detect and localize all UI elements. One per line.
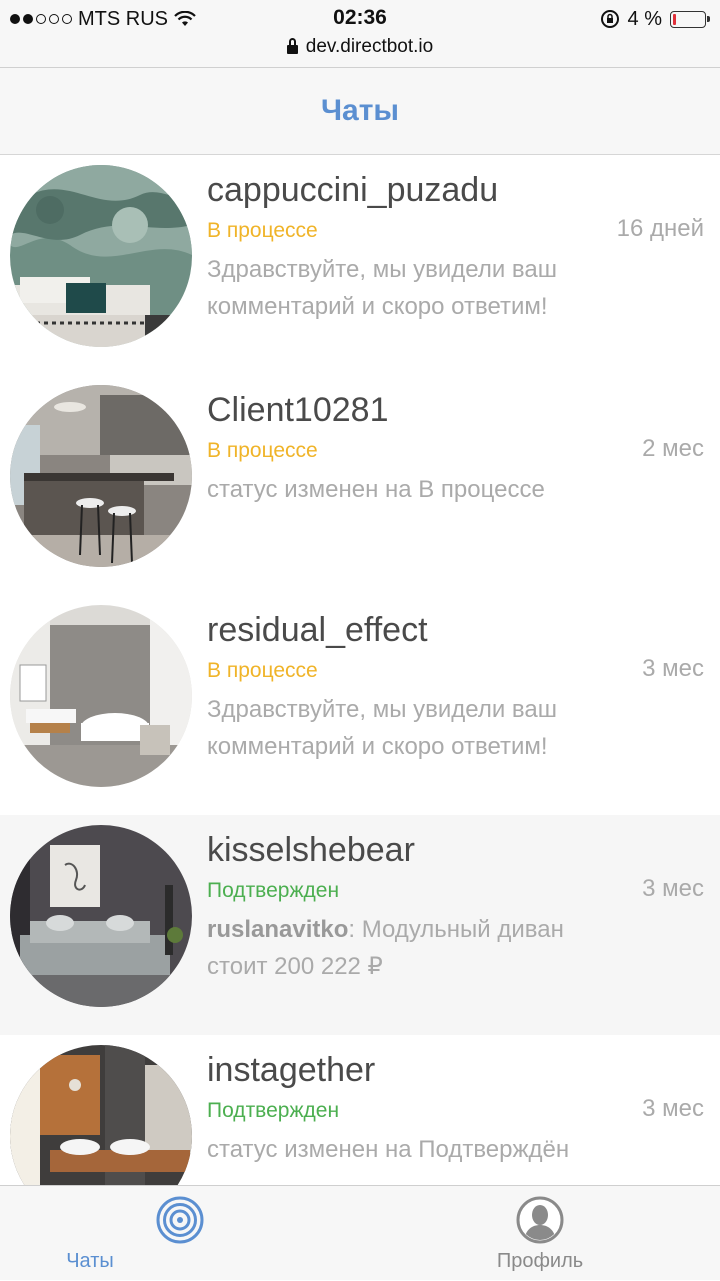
avatar xyxy=(10,825,192,1007)
lock-icon xyxy=(286,37,298,54)
tab-profile[interactable]: Профиль xyxy=(360,1186,720,1281)
chat-item[interactable]: instagether Подтвержден 3 мес статус изм… xyxy=(0,1035,720,1185)
battery-percent: 4 % xyxy=(627,7,662,30)
avatar xyxy=(10,1045,192,1185)
avatar xyxy=(10,165,192,347)
chat-status: Подтвержден xyxy=(207,1099,340,1122)
profile-icon xyxy=(516,1196,564,1244)
url-text: dev.directbot.io xyxy=(305,36,434,57)
url-bar[interactable]: dev.directbot.io xyxy=(0,36,720,58)
chat-status: Подтвержден xyxy=(207,879,340,902)
chat-item[interactable]: kisselshebear Подтвержден 3 мес ruslanav… xyxy=(0,815,720,1035)
tab-chats[interactable]: Чаты xyxy=(0,1186,360,1281)
chat-preview: ruslanavitko: Модульный диван стоит 200 … xyxy=(207,911,607,985)
chat-item[interactable]: cappuccini_puzadu В процессе 16 дней Здр… xyxy=(0,155,720,375)
avatar xyxy=(10,385,192,567)
chat-item[interactable]: residual_effect В процессе 3 мес Здравст… xyxy=(0,595,720,815)
chat-preview: Здравствуйте, мы увидели ваш комментарий… xyxy=(207,696,557,760)
tab-profile-label: Профиль xyxy=(496,1250,584,1272)
nav-bar: Чаты xyxy=(0,68,720,155)
tab-chats-label: Чаты xyxy=(66,1250,114,1272)
chat-name: kisselshebear xyxy=(207,831,415,869)
chat-preview: статус изменен на В процессе xyxy=(207,476,545,503)
chat-time: 2 мес xyxy=(642,435,704,462)
chat-status: В процессе xyxy=(207,659,318,682)
chat-preview: Здравствуйте, мы увидели ваш комментарий… xyxy=(207,256,557,320)
tab-bar: Чаты Профиль xyxy=(0,1185,720,1280)
chat-name: Client10281 xyxy=(207,391,389,429)
orientation-lock-icon xyxy=(600,10,619,28)
battery-info: 4 % xyxy=(600,7,710,30)
chat-time: 3 мес xyxy=(642,1095,704,1122)
chat-status: В процессе xyxy=(207,219,318,242)
chat-status: В процессе xyxy=(207,439,318,462)
status-bar: MTS RUS 02:36 4 % dev.directbot.io xyxy=(0,0,720,68)
chat-name: cappuccini_puzadu xyxy=(207,171,499,209)
chat-name: instagether xyxy=(207,1051,376,1089)
chat-time: 16 дней xyxy=(616,215,704,242)
battery-icon xyxy=(670,10,710,28)
chat-time: 3 мес xyxy=(642,655,704,682)
chat-list: cappuccini_puzadu В процессе 16 дней Здр… xyxy=(0,155,720,1185)
avatar xyxy=(10,605,192,787)
chat-preview: статус изменен на Подтверждён xyxy=(207,1136,570,1163)
chat-time: 3 мес xyxy=(642,875,704,902)
chats-icon xyxy=(156,1196,204,1244)
preview-author: ruslanavitko xyxy=(207,916,349,943)
page-title: Чаты xyxy=(320,94,400,127)
chat-item[interactable]: Client10281 В процессе 2 мес статус изме… xyxy=(0,375,720,595)
chat-name: residual_effect xyxy=(207,611,428,649)
